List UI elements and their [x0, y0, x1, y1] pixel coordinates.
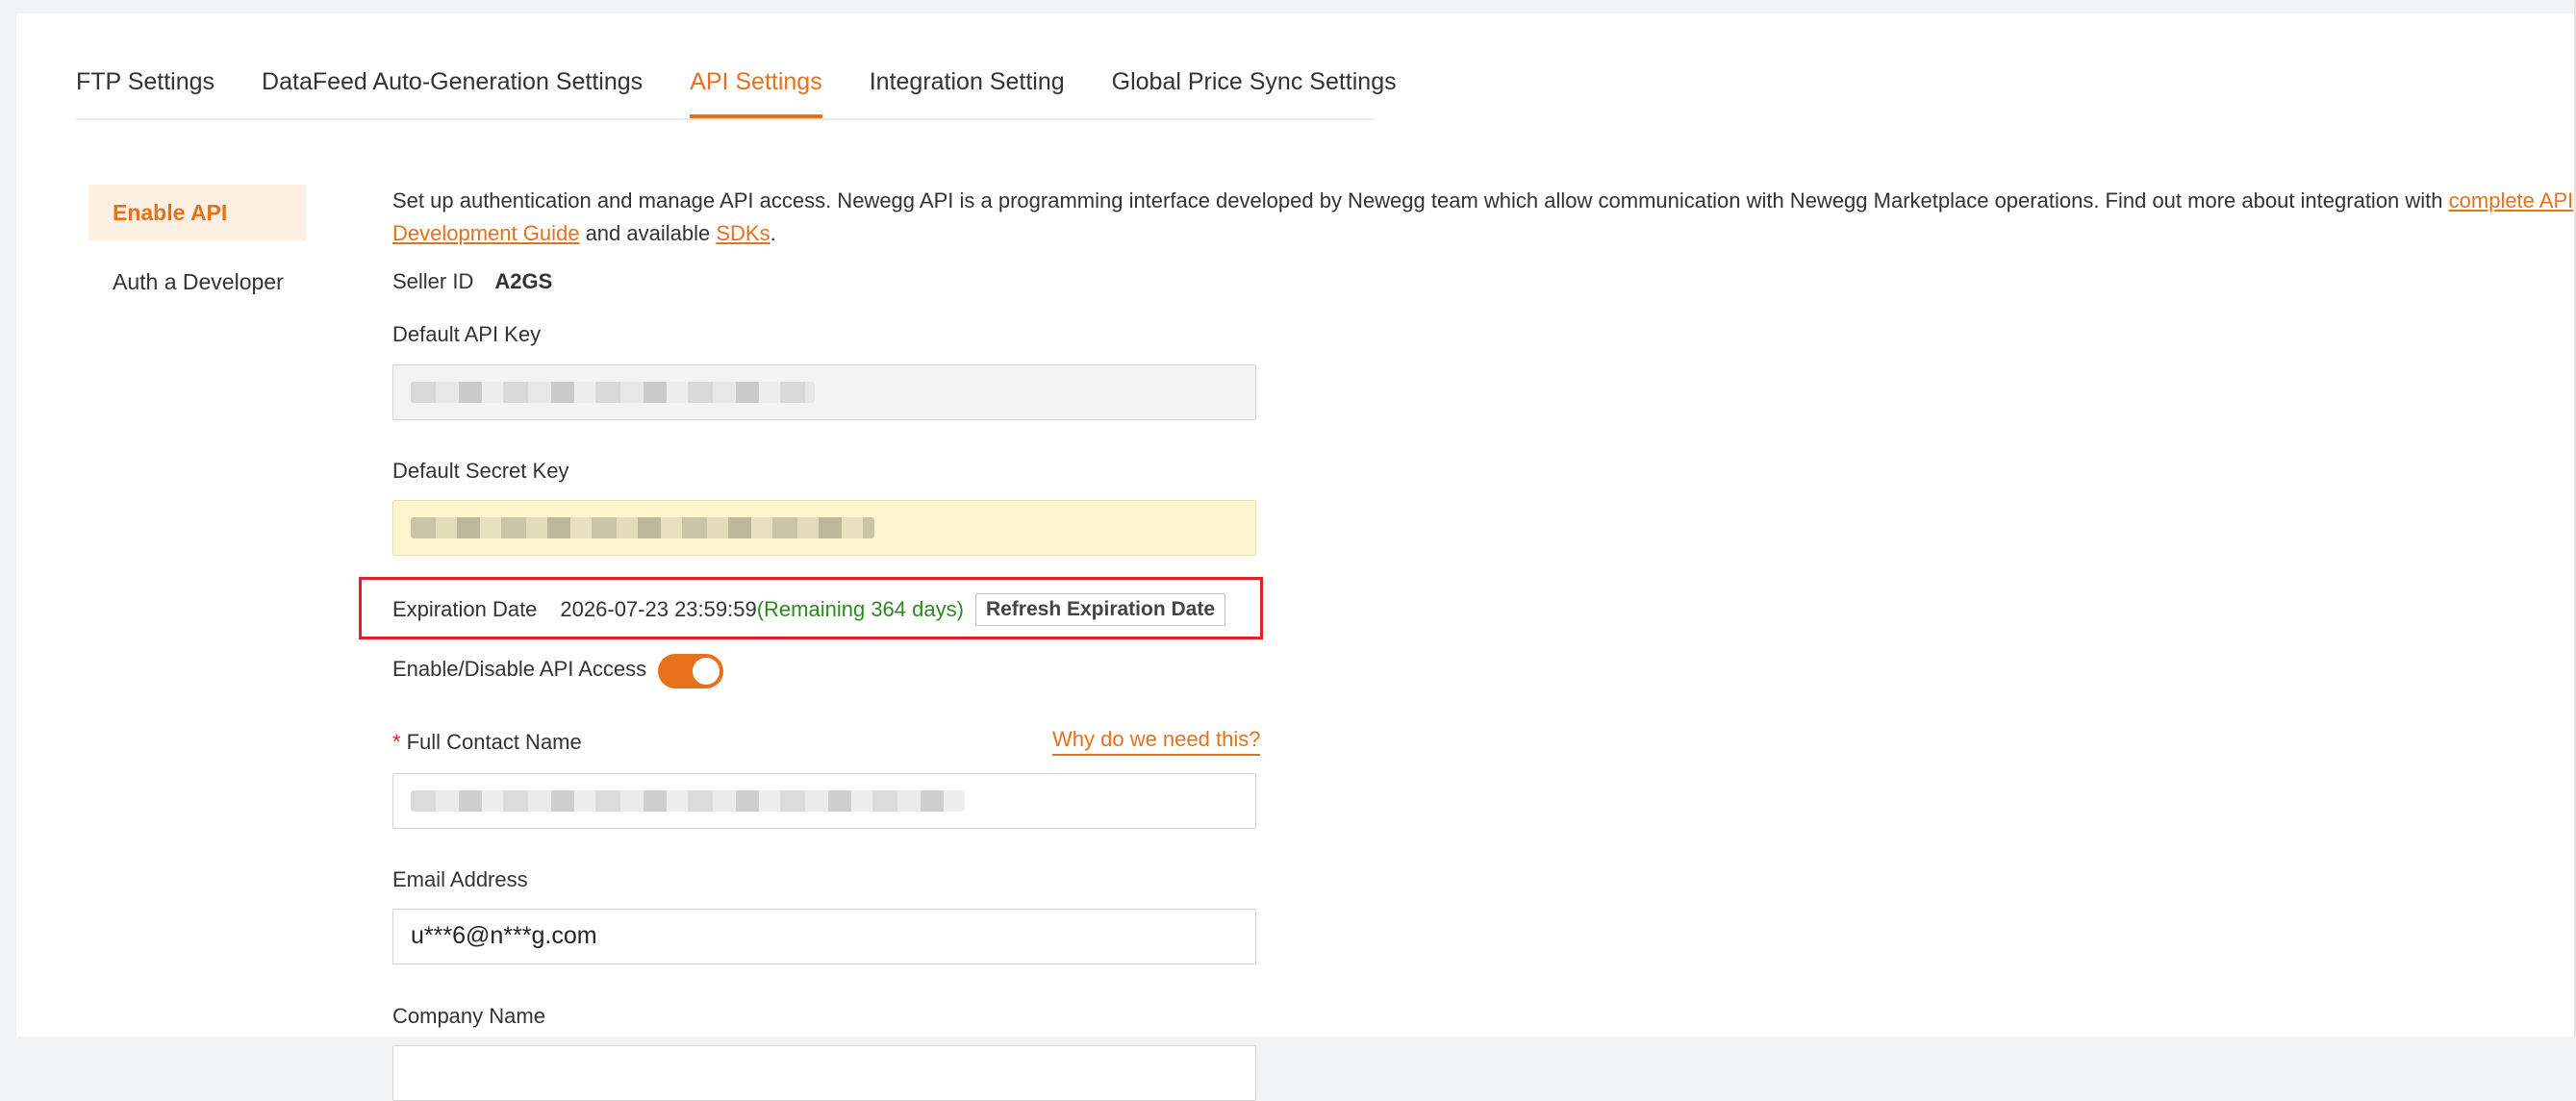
redacted-secret-key	[411, 517, 874, 539]
intro-text: Set up authentication and manage API acc…	[392, 185, 2576, 250]
expiration-row: Expiration Date 2026-07-23 23:59:59 (Rem…	[392, 593, 1226, 626]
api-access-label: Enable/Disable API Access	[392, 657, 647, 681]
sidebar-item-enable-api[interactable]: Enable API	[88, 185, 306, 240]
contact-name-label-row: * Full Contact Name	[392, 730, 582, 755]
contact-name-field[interactable]	[392, 773, 1256, 829]
tab-integration-setting[interactable]: Integration Setting	[870, 58, 1065, 116]
sidebar-item-auth-developer[interactable]: Auth a Developer	[88, 254, 306, 310]
settings-card: FTP Settings DataFeed Auto-Generation Se…	[16, 13, 2576, 1101]
intro-end: .	[770, 221, 776, 245]
toggle-knob	[693, 658, 720, 685]
seller-id-value: A2GS	[494, 269, 553, 293]
api-access-toggle[interactable]	[658, 654, 723, 688]
refresh-expiration-button[interactable]: Refresh Expiration Date	[974, 593, 1226, 626]
secret-key-field[interactable]	[392, 500, 1256, 556]
email-label: Email Address	[392, 867, 528, 891]
api-key-field	[392, 364, 1256, 420]
expiration-label: Expiration Date	[392, 597, 538, 621]
contact-name-label: Full Contact Name	[406, 730, 582, 754]
tab-datafeed-settings[interactable]: DataFeed Auto-Generation Settings	[262, 58, 643, 116]
settings-tabs: FTP Settings DataFeed Auto-Generation Se…	[76, 58, 1397, 120]
company-name-label: Company Name	[392, 1004, 545, 1028]
tab-api-settings[interactable]: API Settings	[690, 58, 822, 118]
redacted-api-key	[411, 382, 815, 404]
seller-id-label: Seller ID	[392, 269, 474, 293]
intro-middle: and available	[579, 221, 717, 245]
seller-id-row: Seller ID A2GS	[392, 269, 552, 294]
api-key-label: Default API Key	[392, 322, 542, 346]
redacted-contact-name	[411, 790, 965, 813]
email-field[interactable]: u***6@n***g.com	[392, 909, 1256, 964]
sdks-link[interactable]: SDKs	[716, 221, 770, 245]
tab-global-price-sync[interactable]: Global Price Sync Settings	[1112, 58, 1397, 116]
secret-key-label: Default Secret Key	[392, 459, 569, 483]
expiration-date: 2026-07-23 23:59:59	[560, 597, 757, 621]
why-need-this-link[interactable]: Why do we need this?	[1052, 727, 1261, 756]
side-nav: Enable API Auth a Developer	[88, 185, 306, 310]
company-name-field[interactable]	[392, 1045, 1256, 1101]
required-asterisk: *	[392, 730, 401, 754]
intro-body: Set up authentication and manage API acc…	[392, 188, 2449, 213]
tab-ftp-settings[interactable]: FTP Settings	[76, 58, 215, 116]
expiration-remaining: (Remaining 364 days)	[756, 597, 964, 621]
